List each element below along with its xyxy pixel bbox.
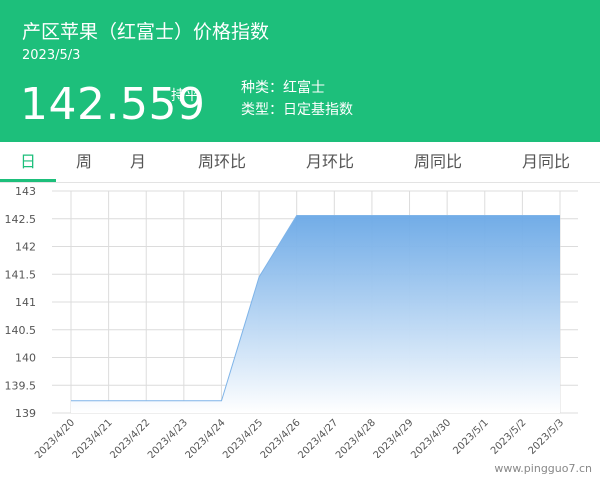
x-tick-label: 2023/4/22: [108, 417, 152, 458]
date-label: 2023/5/3: [22, 48, 81, 63]
watermark-url: www.pingguo7.cn: [494, 462, 592, 475]
y-tick-label: 139.5: [5, 379, 37, 392]
y-tick-label: 140.5: [5, 324, 37, 337]
y-tick-label: 142: [15, 241, 36, 254]
x-tick-label: 2023/5/2: [489, 417, 529, 457]
x-tick-label: 2023/5/1: [451, 417, 491, 457]
y-tick-label: 139: [15, 407, 36, 420]
y-tick-label: 141.5: [5, 268, 37, 281]
x-tick-label: 2023/4/27: [296, 417, 340, 458]
price-index-chart: 139 139.5 140 140.5 141 141.5 142 142.5 143 2023…: [5, 185, 578, 458]
y-tick-label: 140: [15, 352, 36, 365]
header-banner: 产区苹果（红富士）价格指数 2023/5/3 142.559 持平 种类：红富士…: [0, 0, 600, 142]
tab-week[interactable]: 周: [76, 142, 92, 182]
x-tick-label: 2023/4/23: [146, 417, 190, 458]
x-tick-label: 2023/4/25: [221, 417, 265, 458]
x-tick-label: 2023/4/30: [409, 417, 453, 458]
period-tabs: 日 周 月 周环比 月环比 周同比 月同比: [0, 142, 600, 183]
x-tick-label: 2023/4/29: [372, 417, 416, 458]
x-tick-label: 2023/4/21: [71, 417, 115, 458]
tab-month[interactable]: 月: [130, 142, 146, 182]
tab-month-on-month[interactable]: 月环比: [306, 142, 354, 182]
tab-month-year-on-year[interactable]: 月同比: [522, 142, 570, 182]
x-tick-label: 2023/4/28: [334, 417, 378, 458]
type-label: 类型：日定基指数: [241, 102, 353, 118]
x-tick-label: 2023/4/20: [33, 417, 77, 458]
y-tick-label: 143: [15, 185, 36, 198]
x-tick-label: 2023/5/3: [527, 417, 567, 457]
trend-label: 持平: [171, 88, 199, 104]
tab-week-on-week[interactable]: 周环比: [198, 142, 246, 182]
x-tick-label: 2023/4/26: [259, 417, 303, 458]
x-tick-label: 2023/4/24: [184, 417, 228, 458]
tab-week-year-on-year[interactable]: 周同比: [414, 142, 462, 182]
variety-label: 种类：红富士: [241, 80, 325, 96]
y-tick-label: 141: [15, 296, 36, 309]
y-tick-label: 142.5: [5, 213, 37, 226]
y-axis-labels: 139 139.5 140 140.5 141 141.5 142 142.5 143: [5, 185, 37, 420]
tab-day[interactable]: 日: [20, 142, 36, 182]
page-title: 产区苹果（红富士）价格指数: [22, 21, 270, 43]
x-axis-labels: 2023/4/202023/4/212023/4/222023/4/232023…: [33, 417, 566, 458]
